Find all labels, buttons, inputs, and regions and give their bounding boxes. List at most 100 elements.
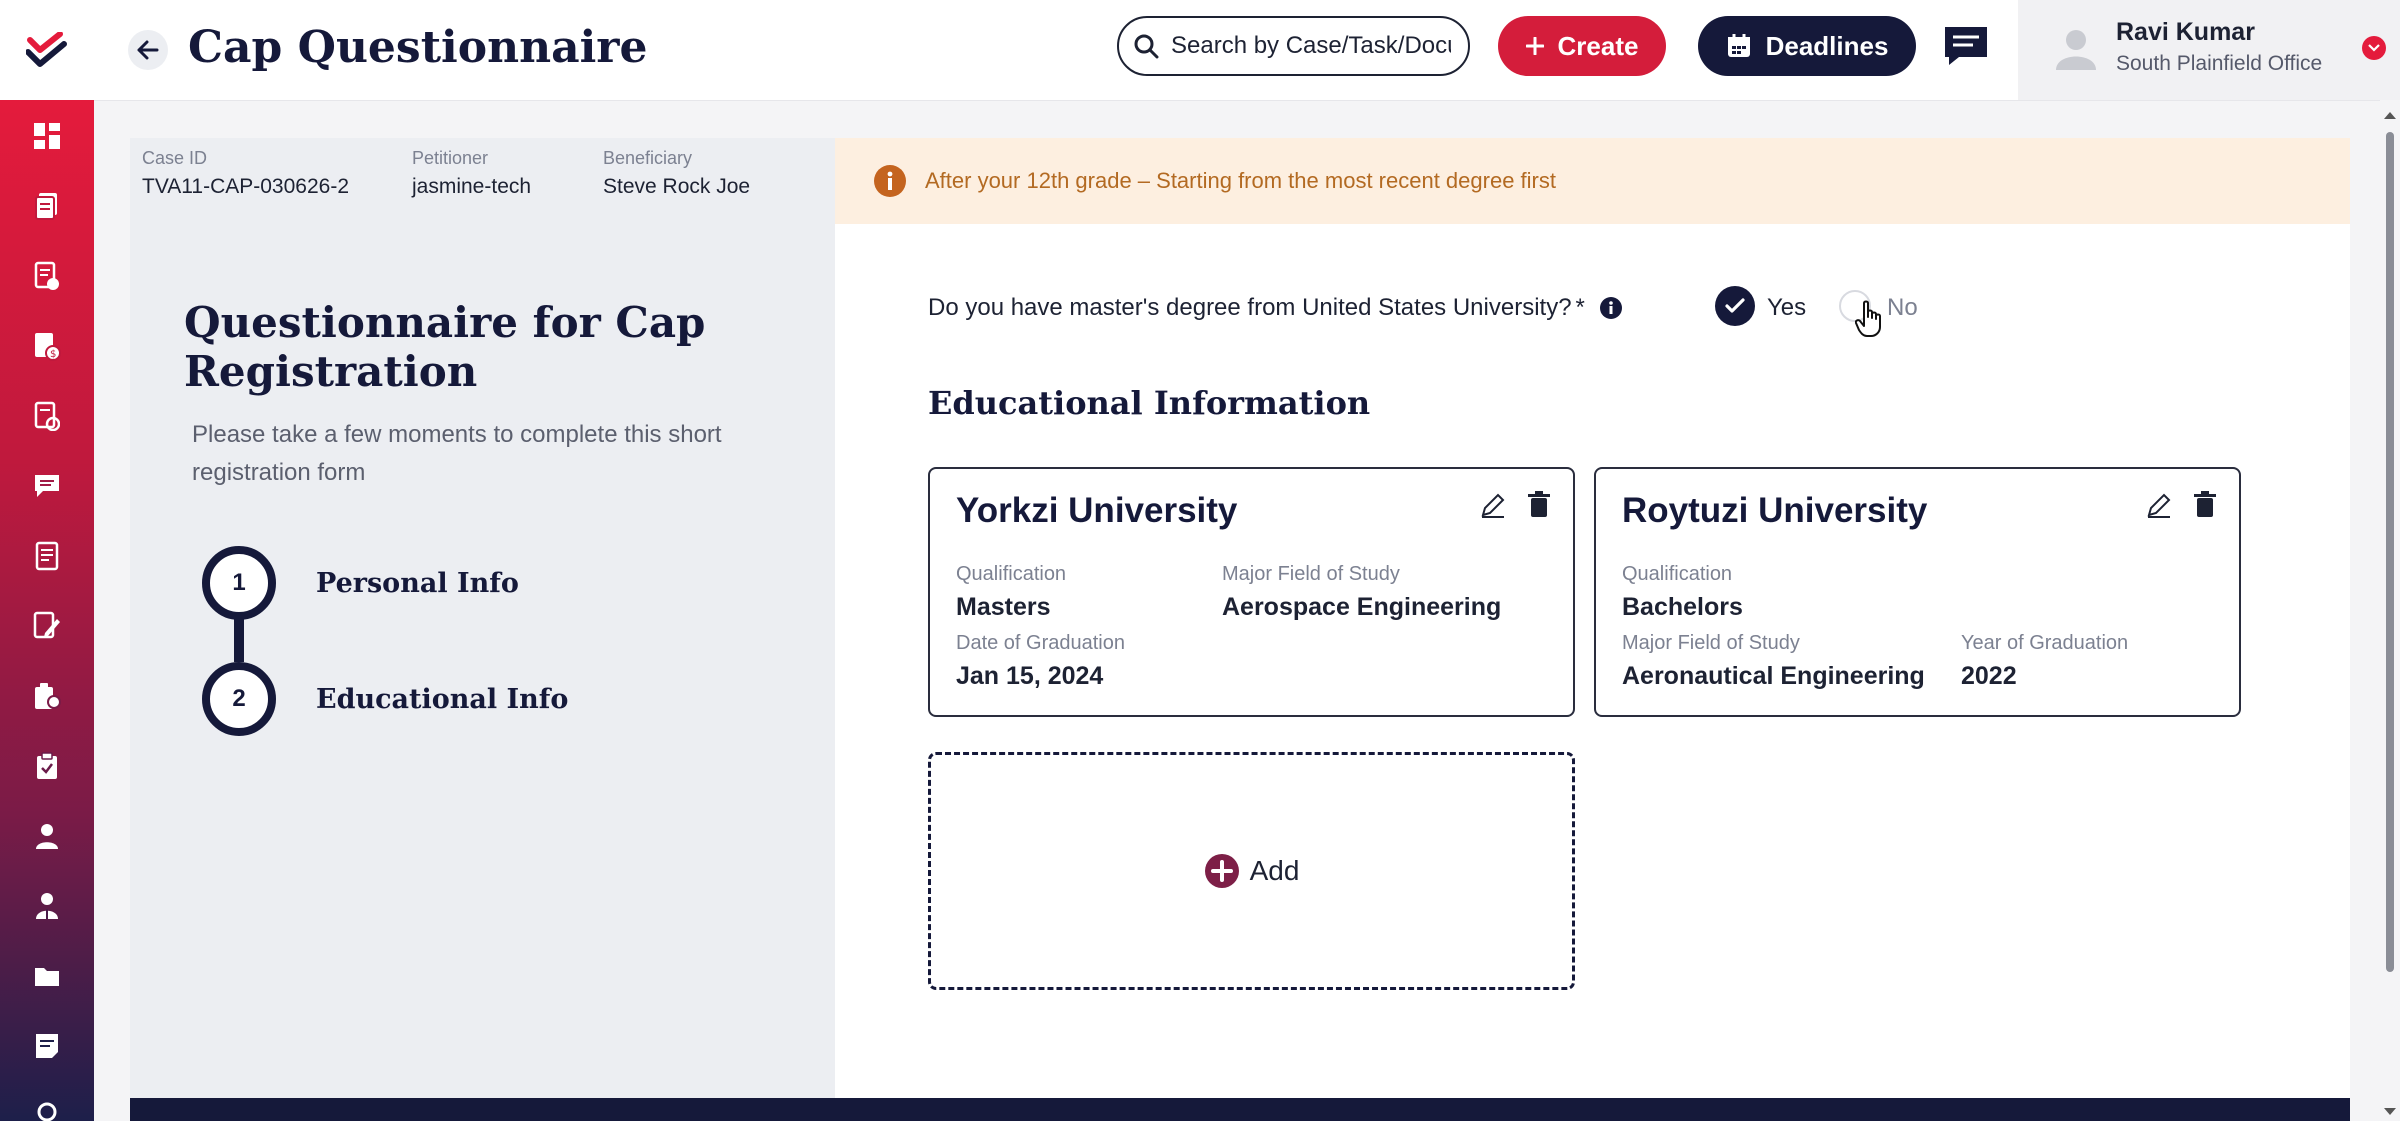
scrollbar-thumb[interactable] — [2386, 132, 2394, 972]
sidebar-item-clients[interactable] — [29, 678, 65, 714]
questionnaire-subtitle: Please take a few moments to complete th… — [192, 421, 722, 486]
question-text: Do you have master's degree from United … — [928, 294, 1572, 321]
search-input[interactable] — [1169, 31, 1453, 61]
education-card: Yorkzi University Qualification Masters … — [928, 467, 1575, 717]
trash-icon[interactable] — [2192, 491, 2218, 519]
case-id-label: Case ID — [142, 148, 208, 168]
beneficiary-value: Steve Rock Joe — [603, 175, 751, 198]
team-icon — [36, 893, 58, 919]
beneficiary-field: Beneficiary Steve Rock Joe — [603, 148, 750, 199]
sidebar-item-checklist[interactable] — [29, 748, 65, 784]
step-1-indicator[interactable]: 1 — [202, 546, 276, 620]
user-office: South Plainfield Office — [2116, 52, 2323, 75]
beneficiary-label: Beneficiary — [603, 148, 693, 168]
back-button[interactable] — [128, 30, 168, 70]
yes-label[interactable]: Yes — [1767, 294, 1806, 322]
case-id-value: TVA11-CAP-030626-2 — [142, 175, 349, 198]
yes-radio[interactable] — [1715, 286, 1755, 326]
scroll-down-icon[interactable] — [2380, 1105, 2400, 1119]
university-name: Roytuzi University — [1622, 491, 1928, 530]
folder-icon — [35, 968, 59, 986]
sidebar-item-dashboard[interactable] — [29, 118, 65, 154]
step-number: 1 — [232, 569, 246, 596]
check-icon — [1725, 298, 1745, 313]
calendar-icon — [1727, 34, 1750, 57]
notice-text: After your 12th grade – Starting from th… — [925, 168, 1556, 193]
user-icon — [36, 824, 58, 849]
gear-icon — [37, 1102, 57, 1121]
required-mark: * — [1575, 294, 1585, 321]
university-name: Yorkzi University — [956, 491, 1238, 530]
avatar — [2056, 30, 2096, 70]
petitioner-field: Petitioner jasmine-tech — [412, 148, 531, 199]
case-info-bar: Case ID TVA11-CAP-030626-2 Petitioner ja… — [130, 138, 835, 224]
step-2-indicator[interactable]: 2 — [202, 662, 276, 736]
dashboard-icon — [34, 123, 60, 149]
add-education-button[interactable]: Add — [928, 752, 1575, 990]
trash-icon[interactable] — [1526, 491, 1552, 519]
major-label: Major Field of Study — [1622, 632, 1800, 654]
sidebar-item-notes[interactable] — [29, 1028, 65, 1064]
chat-button[interactable] — [1940, 22, 1992, 70]
main-content: Do you have master's degree from United … — [835, 224, 2350, 1098]
deadlines-button[interactable]: Deadlines — [1698, 16, 1916, 76]
graduation-date-value: Jan 15, 2024 — [956, 662, 1104, 690]
sidebar-item-cases[interactable] — [29, 188, 65, 224]
chevron-down-icon — [2368, 44, 2380, 52]
scroll-up-icon[interactable] — [2380, 108, 2400, 122]
sidebar-item-user[interactable] — [29, 818, 65, 854]
documents-icon — [34, 261, 59, 290]
sidebar-item-more[interactable] — [29, 1098, 65, 1121]
chat-icon — [1945, 27, 1987, 65]
step-2-label[interactable]: Educational Info — [316, 684, 568, 715]
reports-icon — [35, 541, 59, 571]
deadlines-button-label: Deadlines — [1765, 30, 1889, 61]
education-card: Roytuzi University Qualification Bachelo… — [1594, 467, 2241, 717]
svg-text:$: $ — [50, 349, 56, 360]
user-caret[interactable] — [2362, 36, 2386, 60]
sidebar-item-team[interactable] — [29, 888, 65, 924]
search-box[interactable] — [1117, 16, 1470, 76]
info-icon[interactable] — [1599, 296, 1623, 320]
no-label[interactable]: No — [1887, 294, 1918, 322]
invoice-icon: $ — [35, 333, 61, 361]
sidebar-item-messages[interactable] — [29, 468, 65, 504]
graduation-year-label: Year of Graduation — [1961, 632, 2129, 654]
hand-cursor-icon — [1855, 300, 1881, 337]
add-label: Add — [1249, 855, 1300, 886]
page-scrollbar[interactable] — [2380, 100, 2400, 1121]
info-icon — [874, 165, 906, 197]
graduation-year-value: 2022 — [1961, 662, 2017, 690]
step-number: 2 — [232, 685, 246, 712]
sidebar-item-folder[interactable] — [29, 958, 65, 994]
notice-banner: After your 12th grade – Starting from th… — [835, 138, 2350, 224]
masters-question: Do you have master's degree from United … — [928, 294, 1623, 322]
qualification-label: Qualification — [956, 563, 1067, 585]
step-1-label[interactable]: Personal Info — [316, 568, 519, 599]
plus-icon — [1525, 37, 1544, 55]
edit-icon[interactable] — [2145, 491, 2173, 519]
sidebar-item-forms[interactable] — [29, 608, 65, 644]
questionnaire-intro-panel: Questionnaire for Cap Registration Pleas… — [130, 224, 835, 1098]
qualification-label: Qualification — [1622, 563, 1733, 585]
user-name: Ravi Kumar — [2116, 18, 2255, 46]
clients-icon — [35, 683, 61, 709]
sidebar-item-documents[interactable] — [29, 258, 65, 294]
user-menu-content[interactable]: Ravi Kumar South Plainfield Office — [2018, 0, 2400, 100]
qualification-value: Bachelors — [1622, 593, 1743, 621]
app-logo[interactable] — [0, 0, 94, 100]
major-value: Aerospace Engineering — [1222, 593, 1502, 621]
sidebar-item-invoice[interactable]: $ — [29, 328, 65, 364]
sidebar-item-tasks[interactable] — [29, 398, 65, 434]
sidebar-item-reports[interactable] — [29, 538, 65, 574]
edit-icon[interactable] — [1479, 491, 1507, 519]
case-id-field: Case ID TVA11-CAP-030626-2 — [142, 148, 349, 199]
qualification-value: Masters — [956, 593, 1051, 621]
questionnaire-title: Questionnaire for Cap Registration — [184, 298, 706, 396]
create-button[interactable]: Create — [1498, 16, 1666, 76]
footer-bar — [130, 1098, 2350, 1121]
messages-icon — [35, 475, 59, 497]
cases-icon — [35, 193, 57, 220]
notes-icon — [36, 1034, 58, 1058]
checklist-icon — [37, 752, 57, 779]
